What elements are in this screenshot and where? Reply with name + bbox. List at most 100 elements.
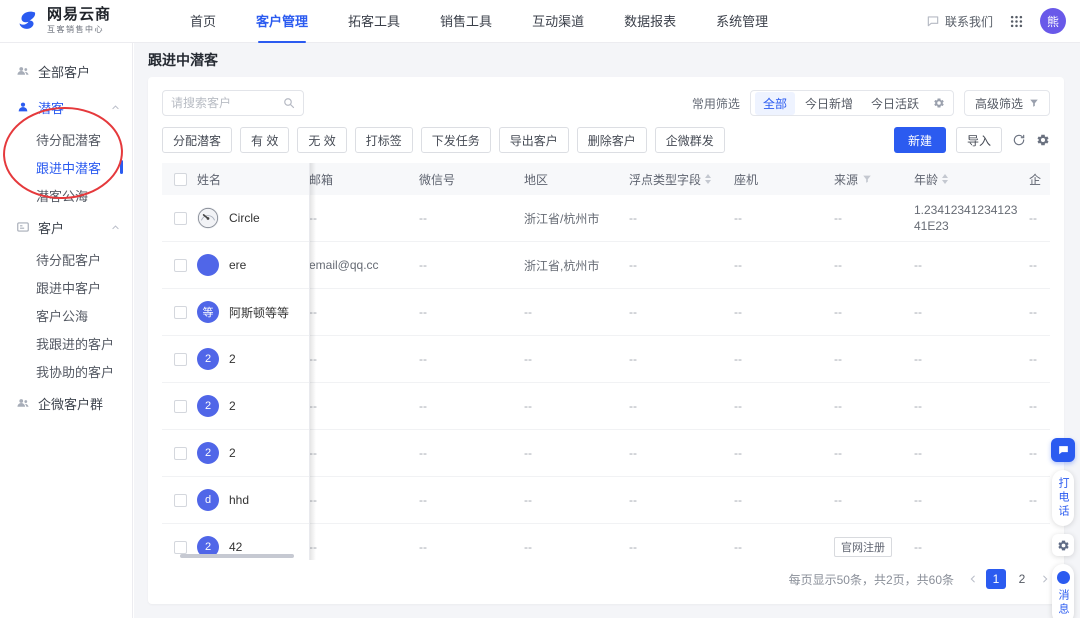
col-header-wechat[interactable]: 微信号 [419, 171, 524, 188]
contact-us-button[interactable]: 联系我们 [926, 13, 993, 30]
col-header-enterprise[interactable]: 企 [1029, 171, 1050, 188]
horizontal-scrollbar[interactable] [180, 554, 294, 558]
table-row[interactable]: ereemail@qq.cc--浙江省,杭州市---------- [162, 242, 1050, 289]
cell-email: email@qq.cc [309, 258, 419, 272]
cell-wechat: -- [419, 352, 524, 366]
brand-logo-icon [16, 9, 40, 33]
column-filter-icon[interactable] [862, 174, 872, 184]
widget-settings-button[interactable] [1052, 534, 1074, 556]
row-checkbox[interactable] [174, 541, 187, 554]
customer-name: Circle [229, 211, 260, 225]
page-1[interactable]: 1 [986, 569, 1006, 589]
user-avatar[interactable]: 熊 [1040, 8, 1066, 34]
apps-grid-icon[interactable] [1009, 14, 1024, 29]
sidebar-item-5[interactable]: 潜客公海 [0, 181, 132, 209]
search-input[interactable] [171, 96, 277, 110]
row-checkbox[interactable] [174, 212, 187, 225]
col-header-landline[interactable]: 座机 [734, 171, 834, 188]
sidebar-item-8[interactable]: 跟进中客户 [0, 273, 132, 301]
table-settings-gear-icon[interactable] [1036, 133, 1050, 147]
source-tag: 官网注册 [834, 537, 892, 557]
prev-page-button[interactable] [968, 574, 978, 584]
cell-wechat: -- [419, 399, 524, 413]
col-header-source[interactable]: 来源 [834, 171, 914, 188]
toolbar-button-5[interactable]: 下发任务 [421, 127, 491, 153]
column-label: 地区 [524, 171, 548, 188]
header-checkbox[interactable] [174, 173, 187, 186]
row-checkbox[interactable] [174, 494, 187, 507]
sidebar-item-7[interactable]: 待分配客户 [0, 245, 132, 273]
nav-item-6[interactable]: 数据报表 [624, 0, 676, 43]
table-row[interactable]: 22---------------- [162, 383, 1050, 430]
sidebar-item-3[interactable]: 待分配潜客 [0, 125, 132, 153]
col-header-age[interactable]: 年龄 [914, 171, 1029, 188]
sidebar-item-6[interactable]: 客户 [0, 209, 132, 245]
sidebar-item-label: 我协助的客户 [36, 362, 114, 381]
cell-name: 22 [162, 442, 309, 464]
nav-item-3[interactable]: 拓客工具 [348, 0, 400, 43]
quick-filter-3[interactable]: 今日活跃 [863, 92, 927, 115]
col-header-name[interactable]: 姓名 [162, 171, 309, 188]
row-checkbox[interactable] [174, 259, 187, 272]
sidebar-item-4[interactable]: 跟进中潜客 [0, 153, 132, 181]
quick-filter-1[interactable]: 全部 [755, 92, 795, 115]
table-row[interactable]: 22---------------- [162, 430, 1050, 477]
col-header-email[interactable]: 邮箱 [309, 171, 419, 188]
sidebar-item-12[interactable]: 企微客户群 [0, 385, 132, 421]
col-header-float-field[interactable]: 浮点类型字段 [629, 171, 734, 188]
sidebar-item-1[interactable]: 全部客户 [0, 53, 132, 89]
quick-filter-2[interactable]: 今日新增 [797, 92, 861, 115]
service-chat-widget-button[interactable] [1051, 438, 1075, 462]
cell-enterprise: -- [1029, 399, 1050, 413]
advanced-filter-button[interactable]: 高级筛选 [964, 90, 1050, 116]
cell-enterprise: -- [1029, 211, 1050, 225]
nav-item-1[interactable]: 首页 [190, 0, 216, 43]
toolbar-button-1[interactable]: 分配潜客 [162, 127, 232, 153]
cell-enterprise: -- [1029, 258, 1050, 272]
message-widget-button[interactable]: 消息 [1052, 564, 1074, 618]
refresh-icon[interactable] [1012, 133, 1026, 147]
table-row[interactable]: 242----------官网注册-- [162, 524, 1050, 560]
nav-item-7[interactable]: 系统管理 [716, 0, 768, 43]
toolbar-button-4[interactable]: 打标签 [355, 127, 413, 153]
sidebar-item-11[interactable]: 我协助的客户 [0, 357, 132, 385]
call-widget-button[interactable]: 打电话 [1052, 470, 1074, 526]
sidebar-item-2[interactable]: 潜客 [0, 89, 132, 125]
toolbar-button-6[interactable]: 导出客户 [499, 127, 569, 153]
empty-value: -- [734, 258, 742, 272]
empty-value: -- [309, 540, 317, 554]
row-checkbox[interactable] [174, 400, 187, 413]
avatar: 2 [197, 442, 219, 464]
cell-value: email@qq.cc [309, 258, 379, 272]
cell-name: dhhd [162, 489, 309, 511]
import-button[interactable]: 导入 [956, 127, 1002, 153]
sidebar-item-10[interactable]: 我跟进的客户 [0, 329, 132, 357]
column-label: 邮箱 [309, 171, 333, 188]
nav-item-4[interactable]: 销售工具 [440, 0, 492, 43]
empty-value: -- [309, 305, 317, 319]
row-checkbox[interactable] [174, 306, 187, 319]
table-row[interactable]: dhhd---------------- [162, 477, 1050, 524]
table-row[interactable]: 等阿斯顿等等---------------- [162, 289, 1050, 336]
page-2[interactable]: 2 [1012, 569, 1032, 589]
toolbar-button-8[interactable]: 企微群发 [655, 127, 725, 153]
create-button[interactable]: 新建 [894, 127, 946, 153]
sort-icon[interactable] [705, 174, 711, 184]
next-page-button[interactable] [1040, 574, 1050, 584]
toolbar-button-2[interactable]: 有 效 [240, 127, 289, 153]
sidebar-item-9[interactable]: 客户公海 [0, 301, 132, 329]
nav-item-2[interactable]: 客户管理 [256, 0, 308, 43]
toolbar-button-7[interactable]: 删除客户 [577, 127, 647, 153]
table-row[interactable]: 22---------------- [162, 336, 1050, 383]
table-row[interactable]: Circle----浙江省/杭州市------1.234123412341234… [162, 195, 1050, 242]
nav-item-5[interactable]: 互动渠道 [532, 0, 584, 43]
row-checkbox[interactable] [174, 447, 187, 460]
toolbar-button-3[interactable]: 无 效 [297, 127, 346, 153]
sort-icon[interactable] [942, 174, 948, 184]
filter-settings-gear-icon[interactable] [929, 97, 949, 109]
empty-value: -- [914, 305, 922, 319]
cell-landline: -- [734, 493, 834, 507]
col-header-region[interactable]: 地区 [524, 171, 629, 188]
row-checkbox[interactable] [174, 353, 187, 366]
message-widget-label: 消息 [1055, 589, 1071, 617]
